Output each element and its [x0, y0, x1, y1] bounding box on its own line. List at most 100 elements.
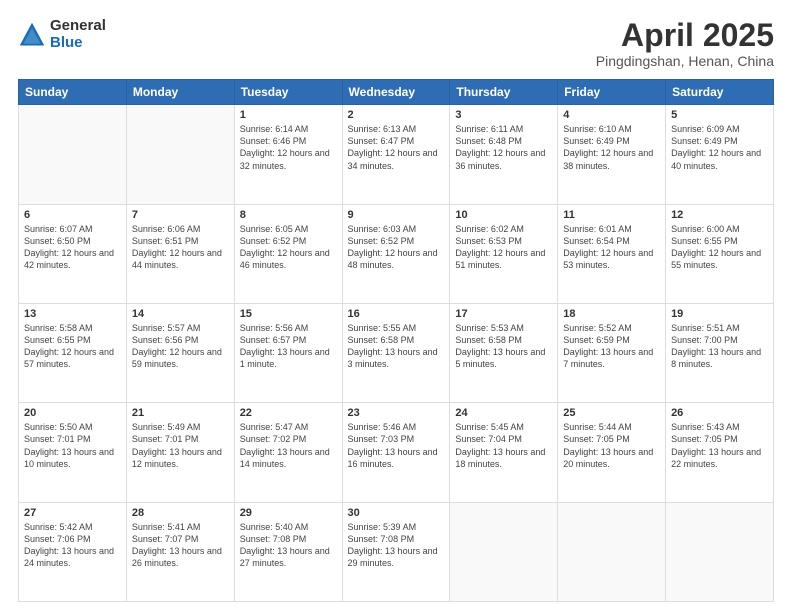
- day-cell: 26Sunrise: 5:43 AM Sunset: 7:05 PM Dayli…: [666, 403, 774, 502]
- day-number: 5: [671, 109, 768, 121]
- day-number: 2: [348, 109, 445, 121]
- week-row-2: 6 Sunrise: 6:07 AM Sunset: 6:50 PM Daylig…: [19, 204, 774, 303]
- week-row-3: 13 Sunrise: 5:58 AM Sunset: 6:55 PM Dayli…: [19, 303, 774, 402]
- day-info: Sunrise: 5:39 AM Sunset: 7:08 PM Dayligh…: [348, 521, 445, 570]
- title-block: April 2025 Pingdingshan, Henan, China: [596, 18, 774, 69]
- day-number: 19: [671, 308, 768, 320]
- day-cell: 15Sunrise: 5:56 AM Sunset: 6:57 PM Dayli…: [234, 303, 342, 402]
- day-cell: 22 Sunrise: 5:47 AM Sunset: 7:02 PM Dayli…: [234, 403, 342, 502]
- day-cell: 14 Sunrise: 5:57 AM Sunset: 6:56 PM Dayli…: [126, 303, 234, 402]
- day-info: Sunrise: 5:58 AM Sunset: 6:55 PM Dayligh…: [24, 322, 121, 371]
- day-number: 11: [563, 209, 660, 221]
- day-number: 26: [671, 407, 768, 419]
- day-info: Sunrise: 5:49 AM Sunset: 7:01 PM Dayligh…: [132, 421, 229, 470]
- day-info: Sunrise: 5:53 AM Sunset: 6:58 PM Dayligh…: [455, 322, 552, 371]
- day-number: 21: [132, 407, 229, 419]
- day-cell: [558, 502, 666, 601]
- day-number: 18: [563, 308, 660, 320]
- day-number: 30: [348, 507, 445, 519]
- day-number: 8: [240, 209, 337, 221]
- day-number: 23: [348, 407, 445, 419]
- day-info: Sunrise: 5:47 AM Sunset: 7:02 PM Dayligh…: [240, 421, 337, 470]
- week-row-4: 20 Sunrise: 5:50 AM Sunset: 7:01 PM Dayli…: [19, 403, 774, 502]
- day-number: 3: [455, 109, 552, 121]
- day-cell: 20 Sunrise: 5:50 AM Sunset: 7:01 PM Dayli…: [19, 403, 127, 502]
- col-saturday: Saturday: [666, 80, 774, 105]
- day-cell: 18Sunrise: 5:52 AM Sunset: 6:59 PM Dayli…: [558, 303, 666, 402]
- week-row-5: 27 Sunrise: 5:42 AM Sunset: 7:06 PM Dayli…: [19, 502, 774, 601]
- day-cell: 13 Sunrise: 5:58 AM Sunset: 6:55 PM Dayli…: [19, 303, 127, 402]
- day-number: 9: [348, 209, 445, 221]
- day-cell: 19 Sunrise: 5:51 AM Sunset: 7:00 PM Dayli…: [666, 303, 774, 402]
- day-cell: 24 Sunrise: 5:45 AM Sunset: 7:04 PM Dayli…: [450, 403, 558, 502]
- day-cell: [126, 105, 234, 204]
- day-cell: 2 Sunrise: 6:13 AM Sunset: 6:47 PM Daylig…: [342, 105, 450, 204]
- day-number: 14: [132, 308, 229, 320]
- day-number: 20: [24, 407, 121, 419]
- day-cell: 5 Sunrise: 6:09 AM Sunset: 6:49 PM Daylig…: [666, 105, 774, 204]
- day-cell: 12 Sunrise: 6:00 AM Sunset: 6:55 PM Dayli…: [666, 204, 774, 303]
- day-number: 27: [24, 507, 121, 519]
- day-cell: 23 Sunrise: 5:46 AM Sunset: 7:03 PM Dayli…: [342, 403, 450, 502]
- logo: General Blue: [18, 18, 106, 51]
- day-info: Sunrise: 5:57 AM Sunset: 6:56 PM Dayligh…: [132, 322, 229, 371]
- day-number: 12: [671, 209, 768, 221]
- day-info: Sunrise: 5:55 AM Sunset: 6:58 PM Dayligh…: [348, 322, 445, 371]
- day-number: 22: [240, 407, 337, 419]
- day-cell: 4 Sunrise: 6:10 AM Sunset: 6:49 PM Daylig…: [558, 105, 666, 204]
- day-number: 29: [240, 507, 337, 519]
- day-cell: 8 Sunrise: 6:05 AM Sunset: 6:52 PM Daylig…: [234, 204, 342, 303]
- day-cell: 3 Sunrise: 6:11 AM Sunset: 6:48 PM Daylig…: [450, 105, 558, 204]
- day-info: Sunrise: 5:56 AM Sunset: 6:57 PM Dayligh…: [240, 322, 337, 371]
- day-cell: [450, 502, 558, 601]
- header: General Blue April 2025 Pingdingshan, He…: [18, 18, 774, 69]
- day-cell: 30 Sunrise: 5:39 AM Sunset: 7:08 PM Dayli…: [342, 502, 450, 601]
- day-info: Sunrise: 6:05 AM Sunset: 6:52 PM Dayligh…: [240, 223, 337, 272]
- day-cell: 10 Sunrise: 6:02 AM Sunset: 6:53 PM Dayli…: [450, 204, 558, 303]
- day-number: 13: [24, 308, 121, 320]
- day-cell: 25Sunrise: 5:44 AM Sunset: 7:05 PM Dayli…: [558, 403, 666, 502]
- col-monday: Monday: [126, 80, 234, 105]
- col-thursday: Thursday: [450, 80, 558, 105]
- calendar-table: Sunday Monday Tuesday Wednesday Thursday…: [18, 79, 774, 602]
- day-number: 28: [132, 507, 229, 519]
- day-info: Sunrise: 6:02 AM Sunset: 6:53 PM Dayligh…: [455, 223, 552, 272]
- day-cell: 21 Sunrise: 5:49 AM Sunset: 7:01 PM Dayli…: [126, 403, 234, 502]
- col-friday: Friday: [558, 80, 666, 105]
- day-number: 16: [348, 308, 445, 320]
- day-cell: 1Sunrise: 6:14 AM Sunset: 6:46 PM Daylig…: [234, 105, 342, 204]
- day-info: Sunrise: 6:11 AM Sunset: 6:48 PM Dayligh…: [455, 123, 552, 172]
- day-number: 6: [24, 209, 121, 221]
- day-cell: 6 Sunrise: 6:07 AM Sunset: 6:50 PM Daylig…: [19, 204, 127, 303]
- day-cell: [666, 502, 774, 601]
- logo-icon: [18, 21, 46, 49]
- day-info: Sunrise: 5:51 AM Sunset: 7:00 PM Dayligh…: [671, 322, 768, 371]
- day-info: Sunrise: 5:42 AM Sunset: 7:06 PM Dayligh…: [24, 521, 121, 570]
- day-number: 1: [240, 109, 337, 121]
- day-info: Sunrise: 5:40 AM Sunset: 7:08 PM Dayligh…: [240, 521, 337, 570]
- col-tuesday: Tuesday: [234, 80, 342, 105]
- header-row: Sunday Monday Tuesday Wednesday Thursday…: [19, 80, 774, 105]
- day-cell: 16 Sunrise: 5:55 AM Sunset: 6:58 PM Dayli…: [342, 303, 450, 402]
- day-info: Sunrise: 6:10 AM Sunset: 6:49 PM Dayligh…: [563, 123, 660, 172]
- day-info: Sunrise: 6:13 AM Sunset: 6:47 PM Dayligh…: [348, 123, 445, 172]
- day-info: Sunrise: 6:00 AM Sunset: 6:55 PM Dayligh…: [671, 223, 768, 272]
- day-info: Sunrise: 5:50 AM Sunset: 7:01 PM Dayligh…: [24, 421, 121, 470]
- day-number: 17: [455, 308, 552, 320]
- day-number: 24: [455, 407, 552, 419]
- day-number: 10: [455, 209, 552, 221]
- col-sunday: Sunday: [19, 80, 127, 105]
- day-info: Sunrise: 5:46 AM Sunset: 7:03 PM Dayligh…: [348, 421, 445, 470]
- day-info: Sunrise: 6:01 AM Sunset: 6:54 PM Dayligh…: [563, 223, 660, 272]
- main-title: April 2025: [596, 18, 774, 53]
- logo-general-text: General: [50, 18, 106, 35]
- subtitle: Pingdingshan, Henan, China: [596, 53, 774, 69]
- day-info: Sunrise: 5:44 AM Sunset: 7:05 PM Dayligh…: [563, 421, 660, 470]
- day-cell: [19, 105, 127, 204]
- day-number: 4: [563, 109, 660, 121]
- day-info: Sunrise: 6:07 AM Sunset: 6:50 PM Dayligh…: [24, 223, 121, 272]
- day-info: Sunrise: 6:09 AM Sunset: 6:49 PM Dayligh…: [671, 123, 768, 172]
- col-wednesday: Wednesday: [342, 80, 450, 105]
- day-info: Sunrise: 6:06 AM Sunset: 6:51 PM Dayligh…: [132, 223, 229, 272]
- day-info: Sunrise: 5:45 AM Sunset: 7:04 PM Dayligh…: [455, 421, 552, 470]
